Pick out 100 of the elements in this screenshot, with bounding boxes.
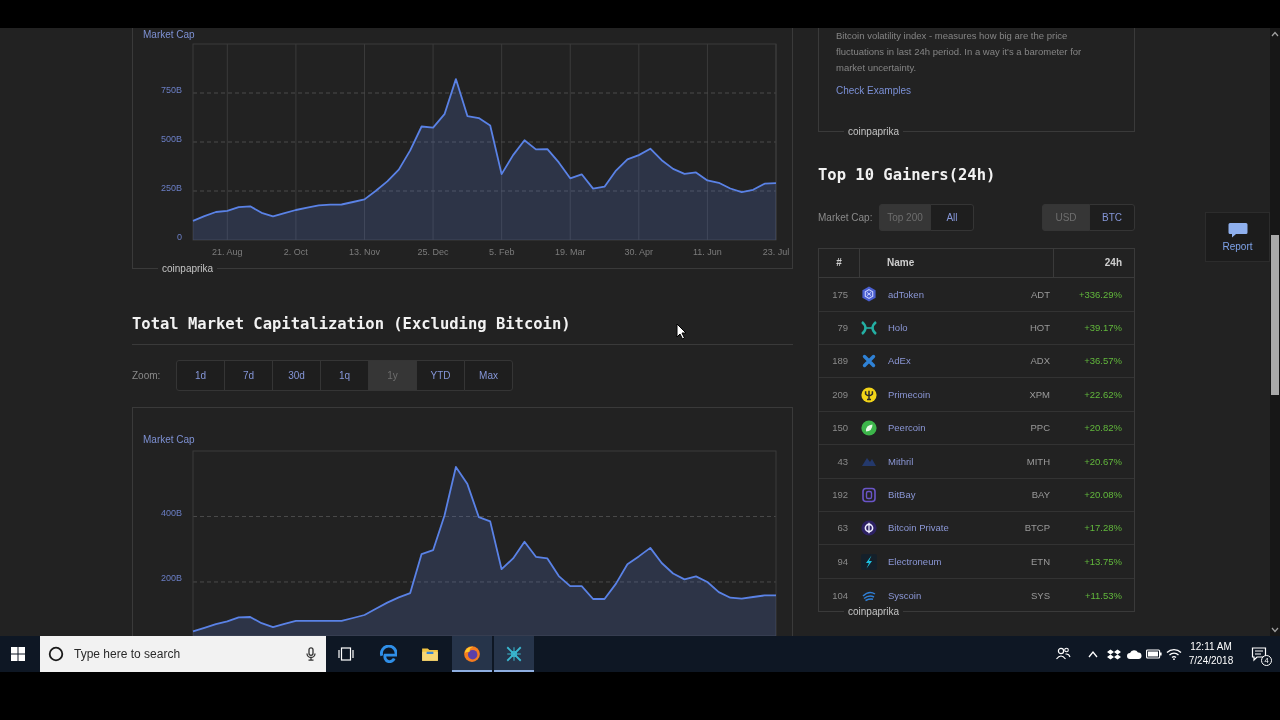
- taskbar-app-button[interactable]: [452, 636, 492, 672]
- coin-name-link[interactable]: Peercoin: [888, 422, 926, 434]
- rank-cell-text: 63: [836, 522, 849, 534]
- wifi-icon[interactable]: [1166, 648, 1182, 660]
- rank-cell-text: 175: [831, 288, 849, 301]
- coin-name-link[interactable]: Mithril: [888, 455, 914, 468]
- symbol-cell-text: MITH: [1025, 455, 1051, 468]
- change-cell-text: +11.53%: [1083, 589, 1123, 602]
- x-mark-icon: [861, 353, 877, 370]
- chevron-up-icon[interactable]: [1271, 31, 1279, 37]
- axis-title: Market Cap: [143, 29, 195, 40]
- task-view-icon: [338, 647, 354, 661]
- x-axis-label: 5. Feb: [488, 247, 515, 257]
- hexagon-icon: [861, 286, 877, 303]
- y-axis-label: 750B: [160, 84, 182, 95]
- change-cell-text: +336.29%: [1077, 288, 1123, 301]
- change-cell-text: +17.28%: [1083, 522, 1123, 534]
- search-bar[interactable]: Type here to search: [40, 636, 326, 672]
- rank-cell-text: 189: [831, 355, 849, 367]
- orb-icon: [463, 645, 481, 663]
- x-axis-label: 2. Oct: [283, 247, 308, 257]
- coin-name-link[interactable]: Syscoin: [888, 589, 922, 602]
- change-cell-text: +39.17%: [1083, 322, 1123, 334]
- coin-name-link[interactable]: BitBay: [888, 489, 916, 501]
- zoom-button[interactable]: 30d: [272, 360, 321, 391]
- source-label: coinpaprika: [161, 262, 215, 276]
- message-icon: [1251, 646, 1267, 662]
- boxes-icon[interactable]: [1107, 648, 1121, 660]
- zoom-button[interactable]: YTD: [416, 360, 465, 391]
- y-axis-label: 200B: [160, 573, 182, 584]
- scrollbar-thumb[interactable]: [1271, 235, 1279, 395]
- filter-label: Market Cap:: [818, 211, 874, 224]
- y-axis-label: 250B: [160, 182, 182, 193]
- clock-button[interactable]: 12:11 AM 7/24/2018: [1184, 636, 1238, 672]
- zoom-button[interactable]: 1q: [320, 360, 369, 391]
- section-heading: Total Market Capitalization (Excluding Bitcoin): [132, 314, 571, 334]
- trident-coin-icon: [861, 386, 877, 403]
- x-axis-label: 30. Apr: [624, 247, 654, 257]
- symbol-cell-text: HOT: [1028, 322, 1051, 334]
- y-axis-label: 0: [177, 231, 182, 242]
- symbol-cell-text: ADT: [1030, 288, 1051, 301]
- axis-title: Market Cap: [143, 434, 195, 445]
- zoom-button[interactable]: Max: [464, 360, 513, 391]
- e-logo-icon: [379, 645, 397, 663]
- rank-cell-text: 150: [831, 422, 849, 434]
- column-header: 24h: [1103, 256, 1123, 271]
- change-cell-text: +20.82%: [1083, 422, 1123, 434]
- taskbar-app-button[interactable]: [494, 636, 534, 672]
- report-button[interactable]: Report: [1205, 212, 1270, 262]
- zoom-button[interactable]: 1d: [176, 360, 225, 391]
- column-header: Name: [860, 249, 1054, 278]
- rank-cell-text: 94: [836, 555, 849, 568]
- x-axis-label: 23. Jul: [762, 247, 790, 257]
- x-axis-label: 19. Mar: [555, 247, 586, 257]
- zoom-label: Zoom:: [132, 369, 162, 382]
- description-text: Bitcoin volatility index - measures how big are the price fluctuations in last 24h period. In a way it's a barometer for market uncertainty.: [836, 29, 1083, 75]
- cursor-icon: [676, 323, 687, 340]
- leaf-coin-icon: [861, 419, 877, 436]
- scrollbar[interactable]: [1270, 28, 1280, 636]
- section-heading: Top 10 Gainers(24h): [818, 165, 996, 186]
- coin-name-link[interactable]: Electroneum: [888, 555, 942, 568]
- column-header: #: [819, 249, 860, 278]
- chevron-down-icon[interactable]: [1271, 627, 1279, 633]
- currency-button[interactable]: BTC: [1089, 204, 1135, 232]
- change-cell-text: +13.75%: [1083, 555, 1123, 568]
- source-label: coinpaprika: [847, 605, 901, 620]
- rank-cell-text: 79: [836, 322, 849, 334]
- x-axis-label: 13. Nov: [348, 247, 380, 257]
- zoom-button[interactable]: 7d: [224, 360, 273, 391]
- coin-name-link[interactable]: Bitcoin Private: [888, 522, 949, 534]
- symbol-cell-text: BAY: [1030, 489, 1051, 501]
- symbol-cell-text: SYS: [1030, 589, 1051, 602]
- symbol-cell-text: ETN: [1030, 555, 1051, 568]
- curved-x-icon: [861, 319, 877, 336]
- check-examples-link[interactable]: Check Examples: [836, 84, 912, 98]
- search-input[interactable]: Type here to search: [74, 646, 296, 662]
- coin-name-link[interactable]: Primecoin: [888, 388, 931, 401]
- rank-cell-text: 209: [831, 388, 849, 401]
- lightning-icon: [861, 553, 877, 570]
- rank-cell-text: 104: [831, 589, 849, 602]
- coin-name-link[interactable]: adToken: [888, 288, 924, 301]
- symbol-cell-text: ADX: [1029, 355, 1051, 367]
- battery-icon[interactable]: [1146, 649, 1162, 659]
- folder-icon: [421, 645, 439, 663]
- change-cell-text: +22.62%: [1083, 388, 1123, 401]
- x-axis-label: 25. Dec: [417, 247, 449, 257]
- rounded-square-icon: [861, 486, 877, 503]
- coin-name-link[interactable]: AdEx: [888, 355, 911, 367]
- microphone-icon: [306, 647, 316, 661]
- rank-cell-text: 43: [836, 455, 849, 468]
- cloud-icon[interactable]: [1126, 649, 1142, 659]
- x-axis-label: 21. Aug: [212, 247, 243, 257]
- rank-cell-text: 192: [831, 489, 849, 501]
- coin-name-link[interactable]: Holo: [888, 322, 908, 334]
- people-icon[interactable]: [1055, 646, 1071, 662]
- market-cap-filter-button[interactable]: All: [930, 204, 974, 232]
- chat-bubble-icon: [1227, 221, 1248, 238]
- asterisk-icon: [505, 645, 523, 663]
- symbol-cell-text: PPC: [1029, 422, 1051, 434]
- change-cell-text: +20.08%: [1083, 489, 1123, 501]
